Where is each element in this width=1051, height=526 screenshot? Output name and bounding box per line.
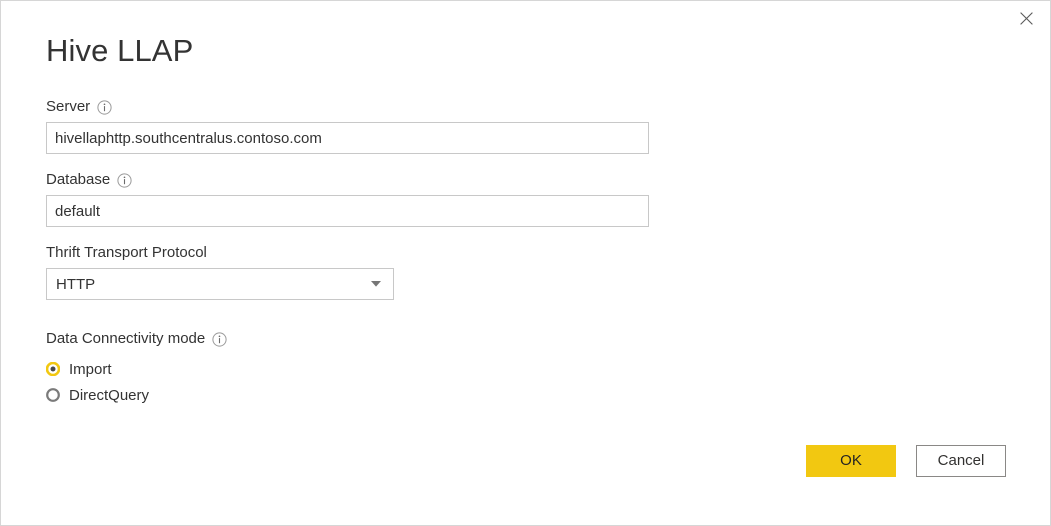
info-icon[interactable] — [117, 172, 132, 188]
dialog-footer: OK Cancel — [1, 443, 1050, 525]
protocol-label: Thrift Transport Protocol — [46, 243, 1006, 263]
server-input[interactable] — [46, 122, 649, 154]
hive-llap-dialog: Hive LLAP Server Database — [0, 0, 1051, 526]
radio-unselected-icon — [46, 388, 60, 402]
radio-import[interactable]: Import — [46, 356, 112, 382]
protocol-label-text: Thrift Transport Protocol — [46, 244, 207, 261]
protocol-selected-value: HTTP — [56, 275, 96, 293]
server-field-block: Server — [46, 97, 1006, 154]
close-button[interactable] — [1004, 2, 1049, 34]
protocol-dropdown[interactable]: HTTP — [46, 268, 394, 300]
chevron-down-icon — [371, 281, 381, 287]
database-label: Database — [46, 170, 1006, 190]
connectivity-mode-block: Data Connectivity mode Import DirectQuer… — [46, 329, 1006, 408]
connectivity-label: Data Connectivity mode — [46, 329, 1006, 349]
server-label: Server — [46, 97, 1006, 117]
database-input[interactable] — [46, 195, 649, 227]
radio-import-label: Import — [69, 360, 112, 378]
ok-button[interactable]: OK — [806, 445, 896, 477]
radio-directquery-label: DirectQuery — [69, 386, 150, 404]
info-icon[interactable] — [212, 331, 227, 347]
radio-directquery[interactable]: DirectQuery — [46, 382, 149, 408]
cancel-button[interactable]: Cancel — [916, 445, 1006, 477]
protocol-field-block: Thrift Transport Protocol HTTP — [46, 243, 1006, 300]
server-label-text: Server — [46, 98, 91, 115]
database-label-text: Database — [46, 171, 111, 188]
radio-selected-icon — [46, 362, 60, 376]
page-title: Hive LLAP — [46, 33, 194, 68]
close-icon — [1020, 11, 1033, 25]
connectivity-label-text: Data Connectivity mode — [46, 330, 206, 347]
database-field-block: Database — [46, 170, 1006, 227]
connection-form: Server Database — [46, 97, 1006, 408]
info-icon[interactable] — [97, 99, 112, 115]
